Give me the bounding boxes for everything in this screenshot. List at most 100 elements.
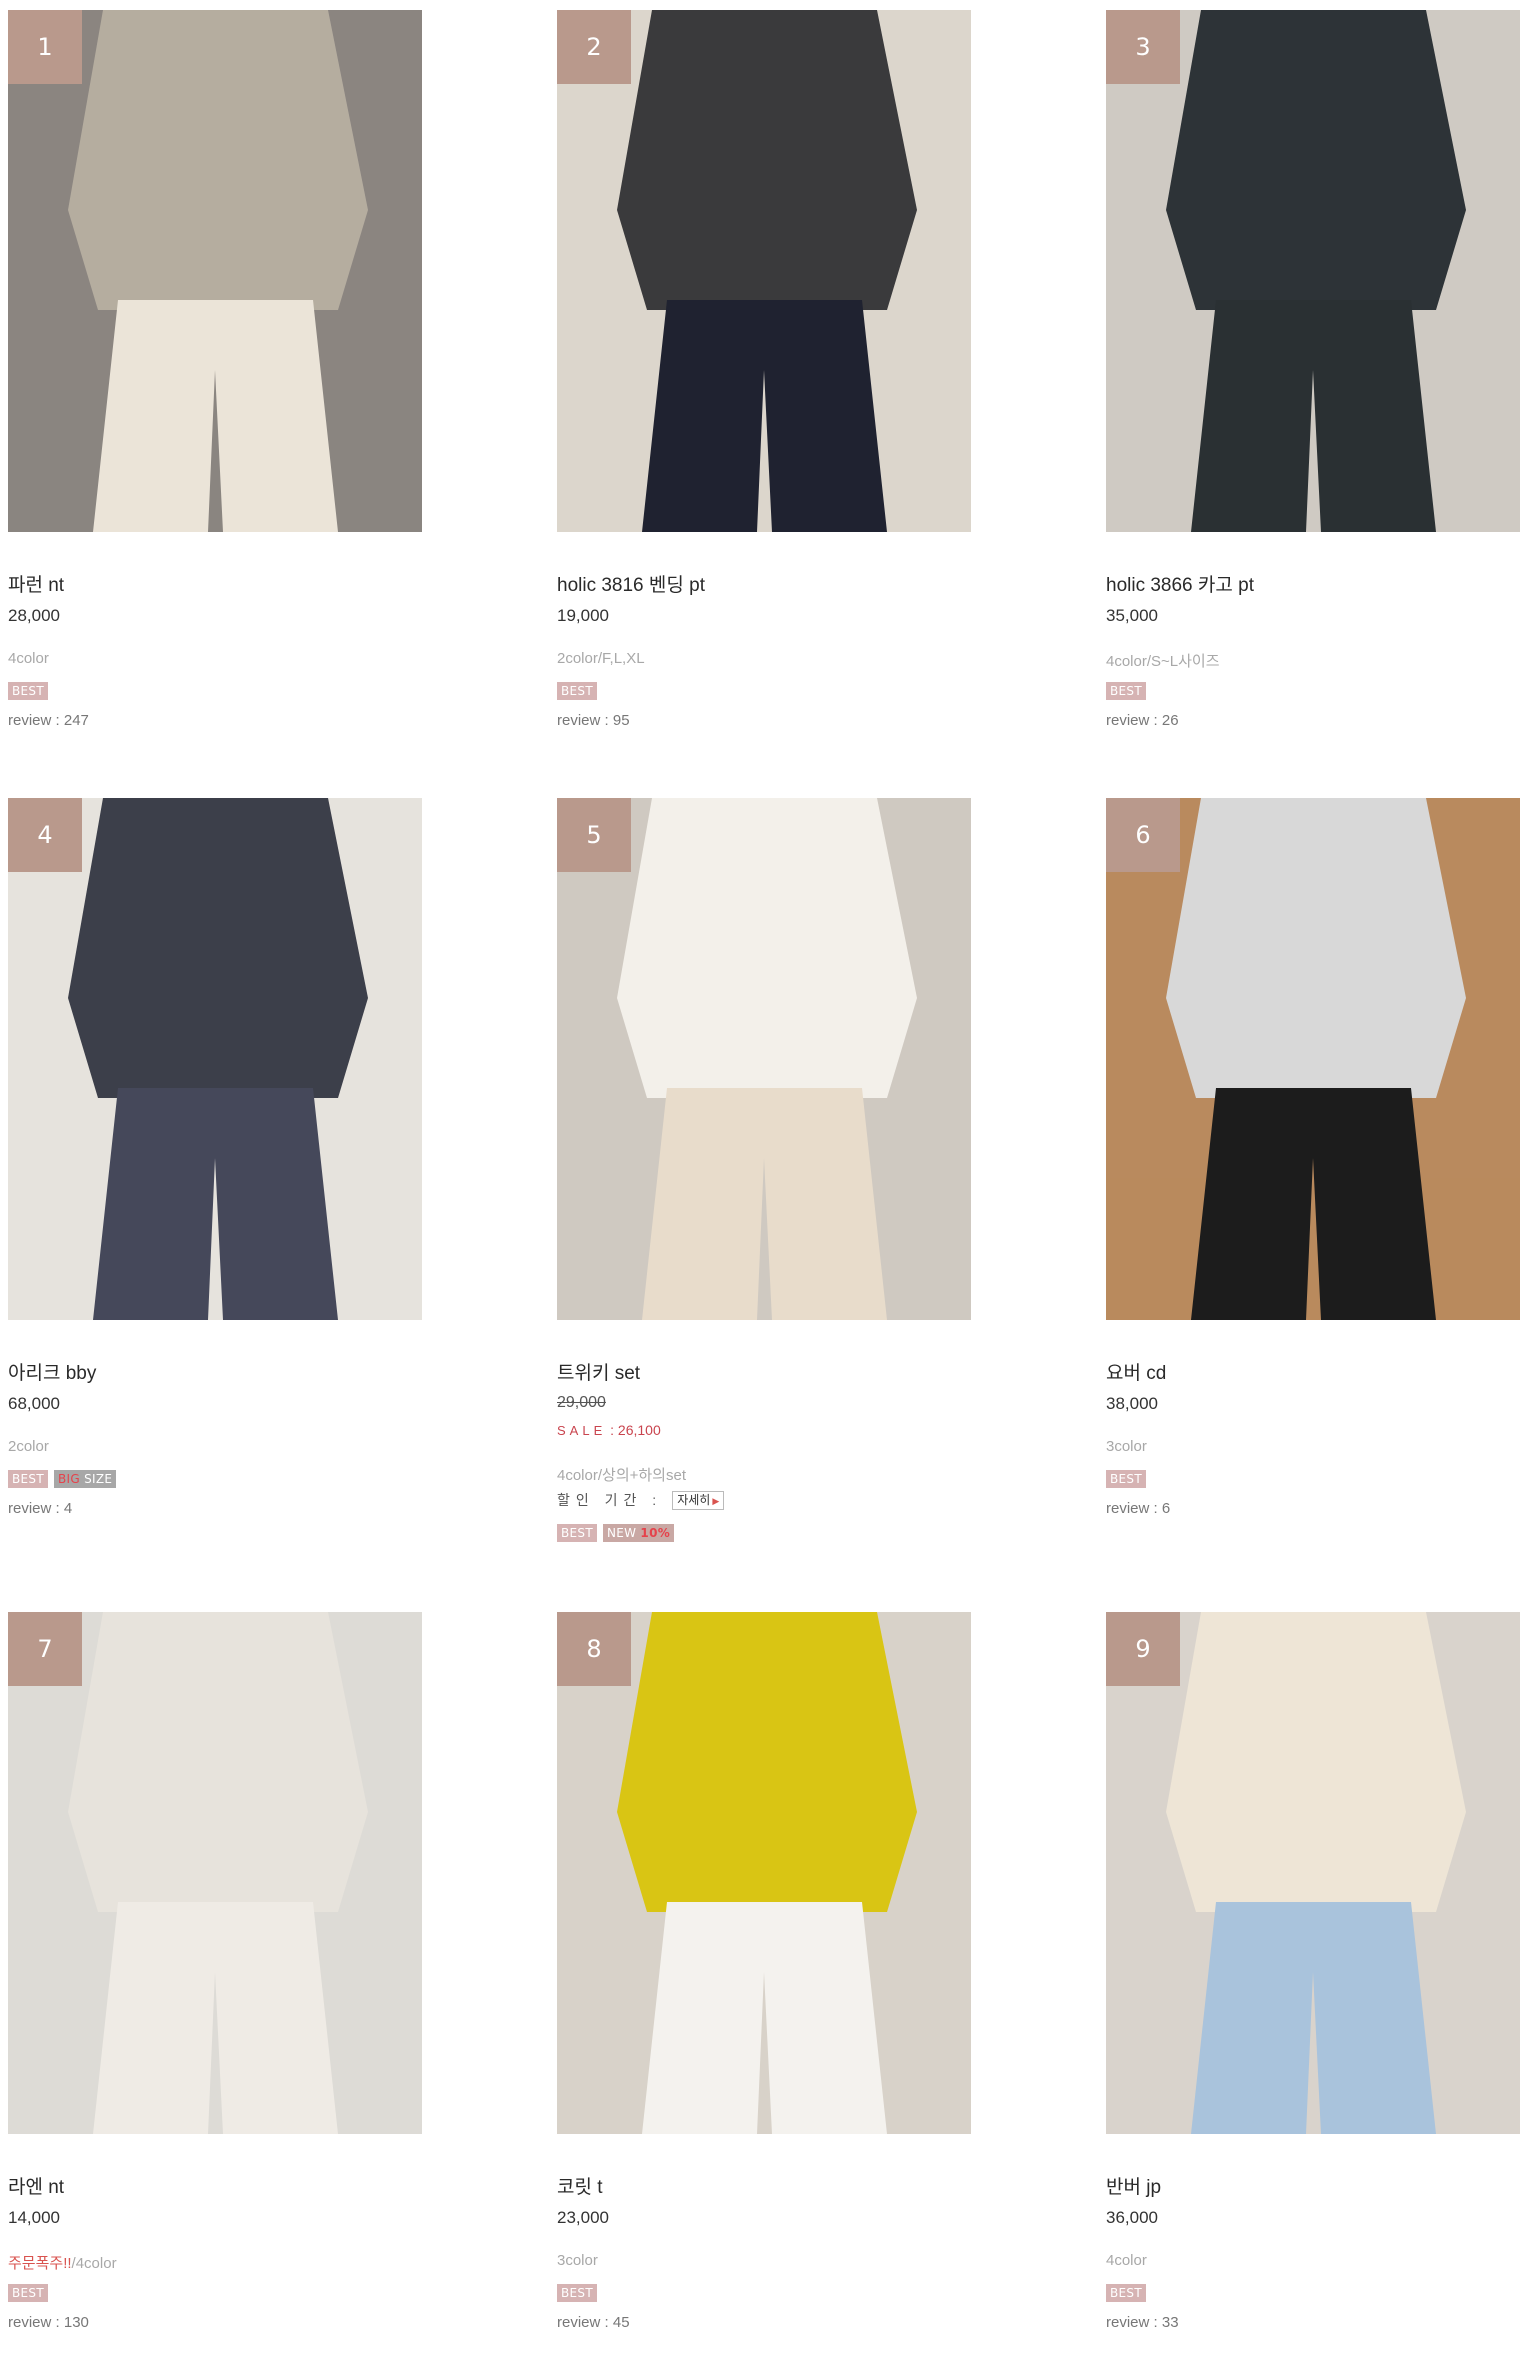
garment-top: [68, 1612, 368, 1912]
detail-button-label: 자세히: [677, 1492, 711, 1507]
product-image[interactable]: [557, 1612, 971, 2134]
review-count: review : 6: [1106, 1500, 1171, 1517]
option-text: 4color: [8, 650, 49, 667]
photo-floor: [8, 1992, 422, 2134]
badge-row: BEST BIG SIZE: [8, 1470, 117, 1488]
detail-button[interactable]: 자세히 ▶: [672, 1490, 725, 1510]
product-image[interactable]: [557, 10, 971, 532]
product-name[interactable]: 아리크 bby: [8, 1358, 96, 1385]
product-image[interactable]: [1106, 10, 1520, 532]
product-name[interactable]: holic 3866 카고 pt: [1106, 570, 1254, 597]
product-thumbnail[interactable]: 3: [1106, 10, 1520, 532]
product-name[interactable]: 코릿 t: [557, 2172, 603, 2199]
product-badge: BEST: [8, 682, 48, 700]
product-name[interactable]: 라엔 nt: [8, 2172, 64, 2199]
badge-highlight: 10%: [640, 1526, 671, 1540]
product-card[interactable]: 1 파런 nt 28,000 4color BEST review : 247: [8, 10, 428, 729]
garment-top: [68, 10, 368, 310]
review-count: review : 26: [1106, 712, 1179, 729]
product-card[interactable]: 7 라엔 nt 14,000 주문폭주!!/4color BEST review : 13…: [8, 1612, 428, 2331]
photo-floor: [8, 390, 422, 532]
product-image[interactable]: [8, 1612, 422, 2134]
photo-floor: [557, 390, 971, 532]
product-thumbnail[interactable]: 9: [1106, 1612, 1520, 2134]
badge-row: BEST: [1106, 2284, 1146, 2302]
review-count: review : 4: [8, 1500, 73, 1517]
product-badge: BEST: [8, 2284, 48, 2302]
product-price: 14,000: [8, 2208, 60, 2227]
product-badge: BEST: [1106, 682, 1146, 700]
option-text: 4color/S~L사이즈: [1106, 653, 1220, 670]
review-count: review : 45: [557, 2314, 630, 2331]
product-price: 68,000: [8, 1394, 60, 1413]
review-count: review : 130: [8, 2314, 89, 2331]
product-image[interactable]: [557, 798, 971, 1320]
product-thumbnail[interactable]: 6: [1106, 798, 1520, 1320]
product-thumbnail[interactable]: 1: [8, 10, 422, 532]
product-price: 19,000: [557, 606, 609, 625]
photo-floor: [1106, 1992, 1520, 2134]
rank-badge: 5: [557, 798, 631, 872]
product-thumbnail[interactable]: 7: [8, 1612, 422, 2134]
product-option: 2color: [8, 1438, 49, 1455]
badge-row: BEST: [8, 2284, 48, 2302]
badge-highlight: BIG: [57, 1472, 80, 1486]
product-card[interactable]: 9 반버 jp 36,000 4color BEST review : 33: [1106, 1612, 1526, 2331]
product-card[interactable]: 5 트위키 set 29,000 SALE : 26,100 4color/상의+하의s…: [557, 798, 977, 1542]
product-badge: BEST: [8, 1470, 48, 1488]
product-option: 4color: [1106, 2252, 1147, 2269]
product-thumbnail[interactable]: 2: [557, 10, 971, 532]
product-price: 35,000: [1106, 606, 1158, 625]
option-text: 4color: [1106, 2252, 1147, 2269]
rank-badge: 2: [557, 10, 631, 84]
product-image[interactable]: [8, 798, 422, 1320]
option-text: 2color/F,L,XL: [557, 650, 645, 667]
review-count: review : 247: [8, 712, 89, 729]
garment-top: [1166, 798, 1466, 1098]
photo-floor: [557, 1992, 971, 2134]
badge-rest: NEW: [606, 1526, 641, 1540]
garment-top: [1166, 10, 1466, 310]
discount-period: 할인 기간 : 자세히 ▶: [557, 1490, 725, 1510]
product-badge: BEST: [557, 682, 597, 700]
product-thumbnail[interactable]: 5: [557, 798, 971, 1320]
photo-floor: [1106, 1178, 1520, 1320]
product-badge: BEST: [557, 1524, 597, 1542]
product-name[interactable]: 트위키 set: [557, 1358, 640, 1385]
product-card[interactable]: 6 요버 cd 38,000 3color BEST review : 6: [1106, 798, 1526, 1517]
period-label: 할인 기간 :: [557, 1492, 663, 1508]
product-image[interactable]: [8, 10, 422, 532]
product-card[interactable]: 4 아리크 bby 68,000 2color BEST BIG SIZE review :…: [8, 798, 428, 1517]
product-option: 4color/상의+하의set: [557, 1467, 686, 1484]
product-option: 주문폭주!!/4color: [8, 2252, 117, 2273]
rank-badge: 6: [1106, 798, 1180, 872]
badge-row: BEST: [557, 682, 597, 700]
sale-price-row: SALE : 26,100: [557, 1422, 661, 1438]
badge-row: BEST: [1106, 1470, 1146, 1488]
badge-row: BEST: [8, 682, 48, 700]
product-name[interactable]: 반버 jp: [1106, 2172, 1161, 2199]
sale-label: SALE: [557, 1423, 607, 1438]
garment-top: [617, 798, 917, 1098]
product-option: 3color: [1106, 1438, 1147, 1455]
product-option: 4color: [8, 650, 49, 667]
product-name[interactable]: 파런 nt: [8, 570, 64, 597]
original-price: 29,000: [557, 1394, 606, 1411]
review-count: review : 95: [557, 712, 630, 729]
product-card[interactable]: 8 코릿 t 23,000 3color BEST review : 45: [557, 1612, 977, 2331]
photo-floor: [557, 1178, 971, 1320]
product-image[interactable]: [1106, 798, 1520, 1320]
product-name[interactable]: 요버 cd: [1106, 1358, 1166, 1385]
product-thumbnail[interactable]: 4: [8, 798, 422, 1320]
review-count: review : 33: [1106, 2314, 1179, 2331]
product-card[interactable]: 3 holic 3866 카고 pt 35,000 4color/S~L사이즈 BEST…: [1106, 10, 1526, 729]
product-price: 38,000: [1106, 1394, 1158, 1413]
rank-badge: 8: [557, 1612, 631, 1686]
product-name[interactable]: holic 3816 벤딩 pt: [557, 570, 705, 597]
product-card[interactable]: 2 holic 3816 벤딩 pt 19,000 2color/F,L,XL BEST…: [557, 10, 977, 729]
rank-badge: 1: [8, 10, 82, 84]
product-thumbnail[interactable]: 8: [557, 1612, 971, 2134]
product-image[interactable]: [1106, 1612, 1520, 2134]
product-option: 2color/F,L,XL: [557, 650, 645, 667]
badge-row: BEST: [1106, 682, 1146, 700]
